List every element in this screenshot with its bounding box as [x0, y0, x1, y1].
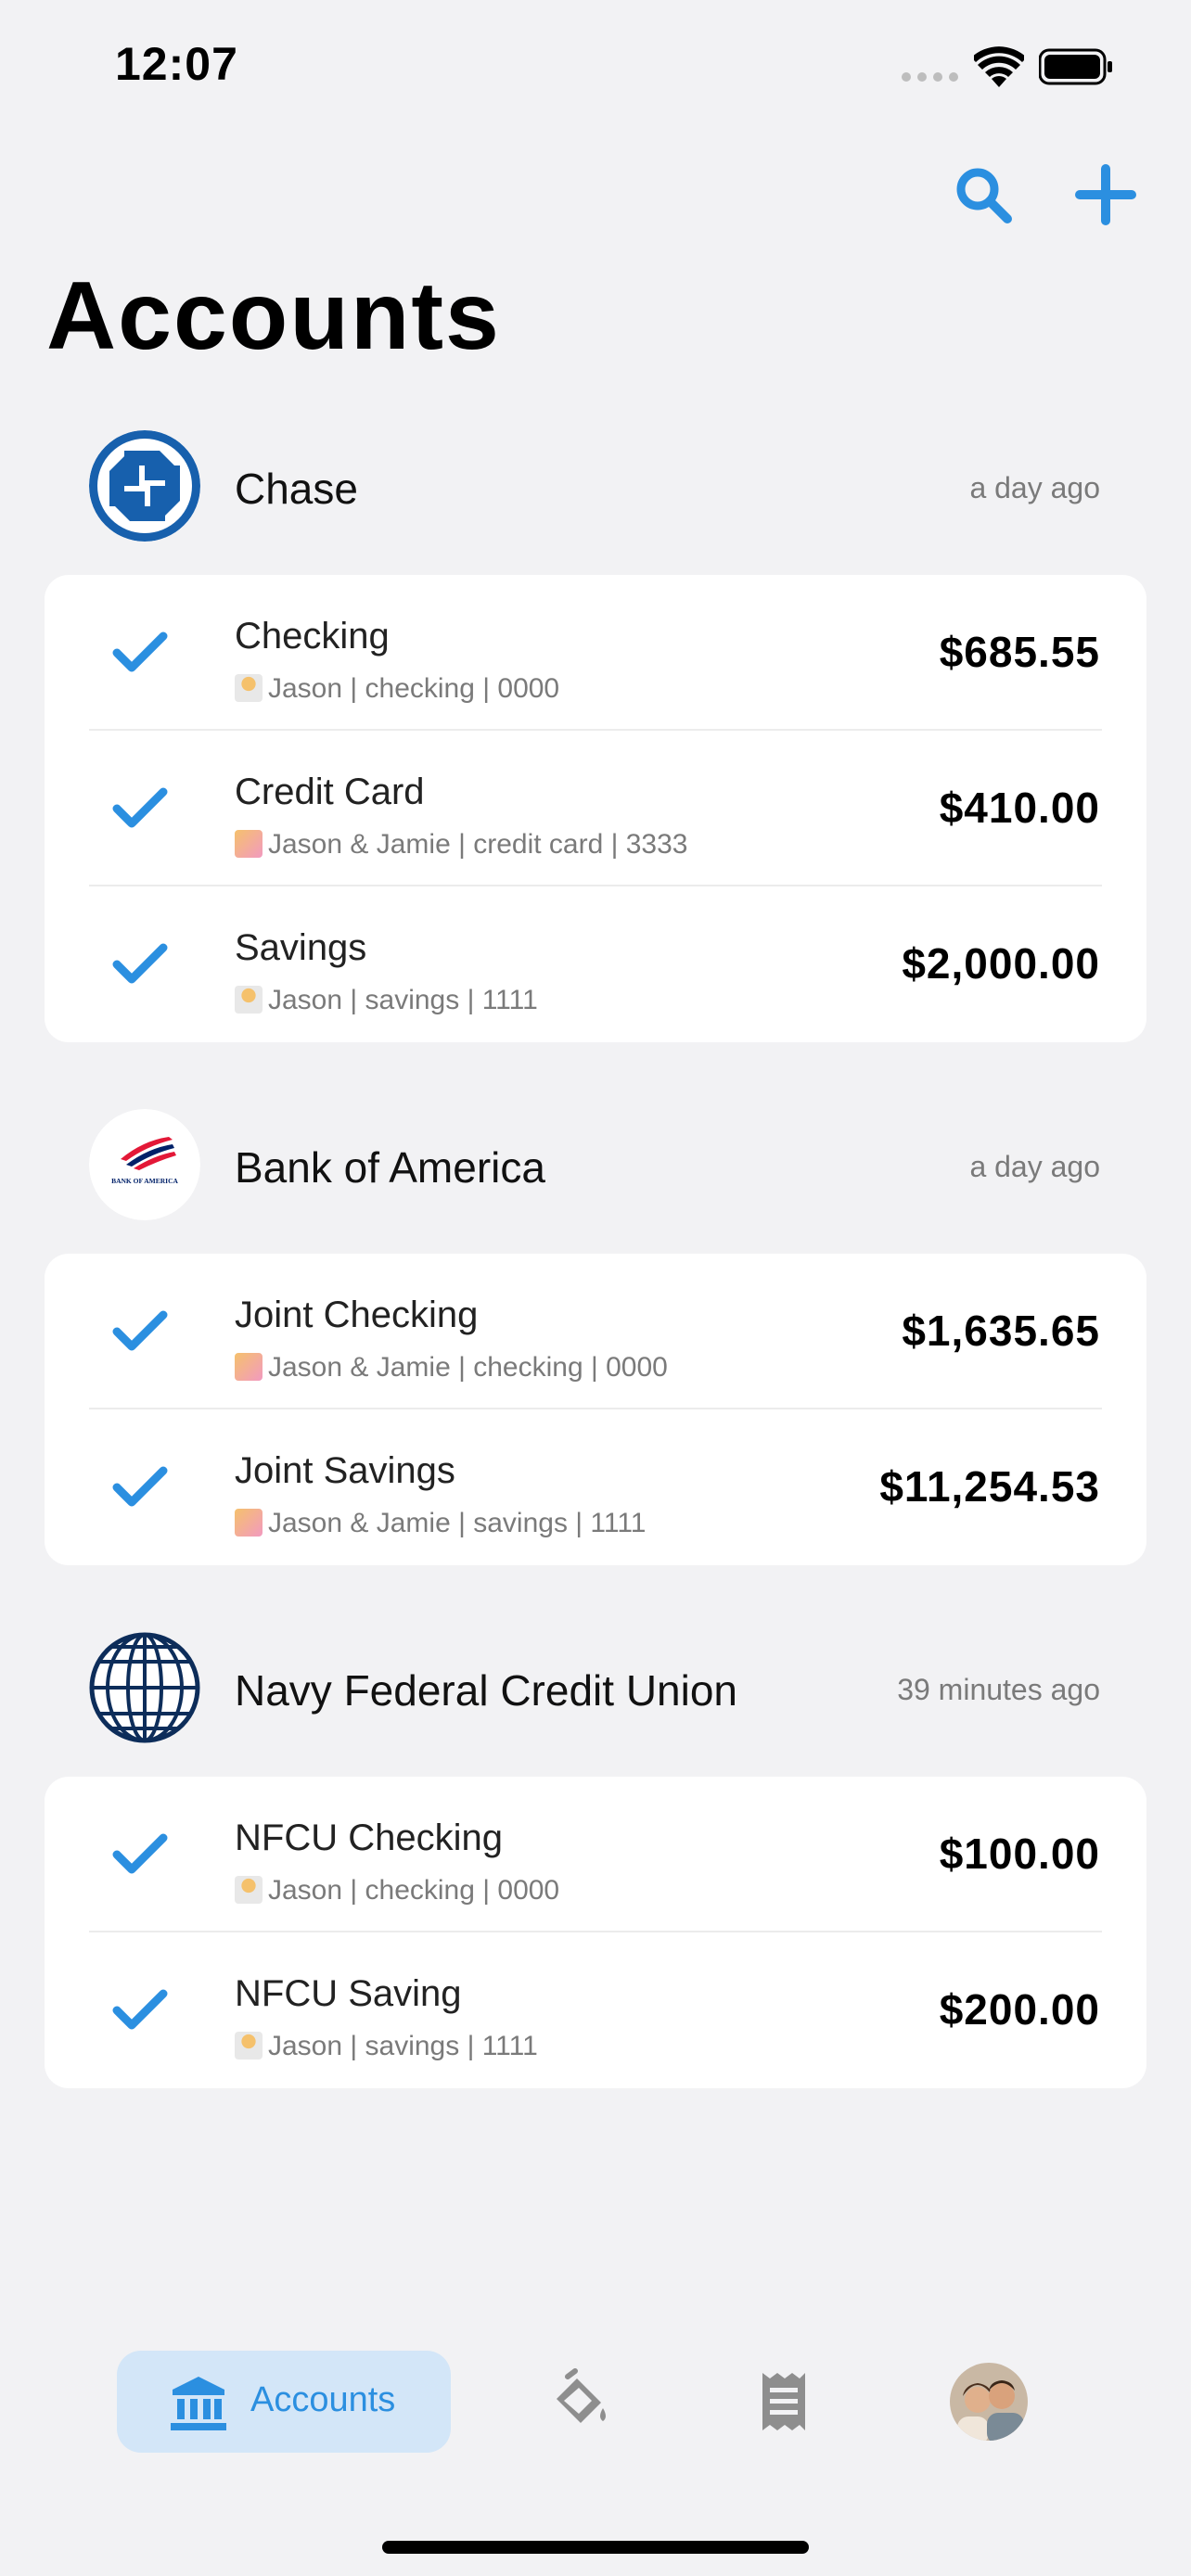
search-button[interactable] [946, 158, 1020, 232]
person-emoji-icon [235, 674, 263, 702]
couple-emoji-icon [235, 830, 263, 858]
person-emoji-icon [235, 1876, 263, 1904]
tab-profile[interactable] [950, 2351, 1033, 2453]
institution-name: Chase [235, 465, 358, 513]
checkmark-icon [112, 1989, 168, 2030]
add-account-button[interactable] [1069, 158, 1143, 232]
account-detail: Jason & Jamie | savings | 1111 [235, 1508, 646, 1539]
cellular-signal-icon [902, 72, 959, 82]
account-balance: $100.00 [939, 1830, 1100, 1878]
tab-accounts[interactable]: Accounts [117, 2351, 451, 2453]
account-card-bank-of-america: Joint Checking Jason & Jamie | checking … [45, 1254, 1146, 1565]
bank-of-america-logo-text: BANK OF AMERICA [111, 1177, 178, 1185]
account-balance: $410.00 [939, 784, 1100, 832]
checkmark-icon [112, 943, 168, 984]
profile-avatar [950, 2363, 1028, 2444]
institution-updated: a day ago [969, 1150, 1100, 1183]
institution-header-navy-federal[interactable]: Navy Federal Credit Union 39 minutes ago [0, 1632, 1191, 1753]
institution-updated: a day ago [969, 471, 1100, 504]
couple-emoji-icon [235, 1509, 263, 1537]
paint-bucket-icon[interactable] [544, 2351, 608, 2453]
checkmark-icon [112, 631, 168, 672]
tab-accounts-label: Accounts [250, 2380, 396, 2419]
account-row[interactable]: Joint Savings Jason & Jamie | savings | … [45, 1409, 1146, 1565]
account-name: Joint Savings [235, 1450, 455, 1491]
account-detail: Jason | checking | 0000 [235, 1875, 559, 1906]
account-name: NFCU Saving [235, 1973, 462, 2014]
account-row[interactable]: Savings Jason | savings | 1111 $2,000.00 [45, 886, 1146, 1042]
institution-name: Navy Federal Credit Union [235, 1666, 738, 1715]
account-name: Savings [235, 927, 367, 968]
chase-logo [89, 430, 200, 542]
account-name: NFCU Checking [235, 1817, 503, 1858]
person-emoji-icon [235, 986, 263, 1014]
account-detail: Jason | savings | 1111 [235, 985, 538, 1016]
bank-of-america-logo: BANK OF AMERICA [89, 1109, 200, 1220]
account-detail: Jason & Jamie | credit card | 3333 [235, 829, 687, 861]
institution-name: Bank of America [235, 1143, 545, 1192]
battery-icon [1039, 48, 1112, 85]
account-balance: $11,254.53 [879, 1462, 1100, 1511]
account-row[interactable]: NFCU Checking Jason | checking | 0000 $1… [45, 1777, 1146, 1932]
account-row[interactable]: Credit Card Jason & Jamie | credit card … [45, 731, 1146, 886]
checkmark-icon [112, 787, 168, 828]
person-emoji-icon [235, 2032, 263, 2060]
account-balance: $2,000.00 [902, 939, 1100, 988]
receipt-icon[interactable] [751, 2351, 816, 2453]
account-name: Joint Checking [235, 1294, 479, 1335]
checkmark-icon [112, 1833, 168, 1874]
account-card-chase: Checking Jason | checking | 0000 $685.55… [45, 575, 1146, 1042]
account-detail: Jason | checking | 0000 [235, 673, 559, 705]
couple-emoji-icon [235, 1353, 263, 1381]
account-row[interactable]: Joint Checking Jason & Jamie | checking … [45, 1254, 1146, 1409]
home-indicator [382, 2541, 809, 2554]
account-row[interactable]: Checking Jason | checking | 0000 $685.55 [45, 575, 1146, 731]
account-name: Credit Card [235, 772, 425, 812]
institution-header-chase[interactable]: Chase a day ago [0, 430, 1191, 551]
wifi-icon [974, 46, 1024, 87]
account-balance: $685.55 [939, 628, 1100, 676]
globe-logo [89, 1632, 200, 1743]
account-detail: Jason & Jamie | checking | 0000 [235, 1352, 668, 1384]
institution-header-bank-of-america[interactable]: BANK OF AMERICA Bank of America a day ag… [0, 1109, 1191, 1230]
institution-updated: 39 minutes ago [897, 1673, 1100, 1706]
account-name: Checking [235, 616, 390, 657]
status-time: 12:07 [115, 38, 238, 90]
account-detail: Jason | savings | 1111 [235, 2031, 538, 2062]
checkmark-icon [112, 1466, 168, 1507]
account-balance: $1,635.65 [902, 1307, 1100, 1355]
page-title: Accounts [46, 262, 501, 370]
bank-icon [171, 2377, 226, 2430]
account-row[interactable]: NFCU Saving Jason | savings | 1111 $200.… [45, 1932, 1146, 2088]
checkmark-icon [112, 1310, 168, 1351]
account-balance: $200.00 [939, 1985, 1100, 2034]
account-card-navy-federal: NFCU Checking Jason | checking | 0000 $1… [45, 1777, 1146, 2088]
